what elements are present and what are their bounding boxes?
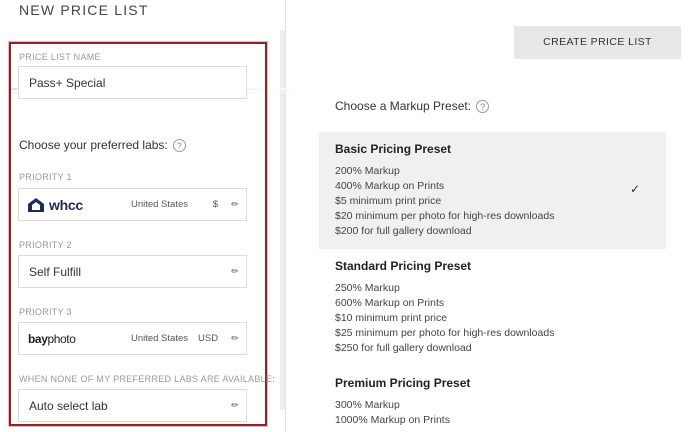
panel-divider [285,0,286,432]
priority-3-country: United States [130,333,188,344]
preset-title: Standard Pricing Preset [335,259,472,273]
preset-standard[interactable]: Standard Pricing Preset 250% Markup 600%… [319,249,666,366]
price-list-name-input[interactable]: Pass+ Special [18,66,247,99]
markup-preset-text: Choose a Markup Preset: [335,99,472,113]
preset-line: 400% Markup on Prints [335,180,445,192]
preset-line: 1000% Markup on Prints [335,414,450,426]
bayphoto-logo-rest: photo [47,331,76,346]
fallback-label: WHEN NONE OF MY PREFERRED LABS ARE AVAIL… [19,374,276,384]
priority-2-select[interactable]: Self Fulfill ✏︎ [18,255,247,288]
preset-line: $20 minimum per photo for high-res downl… [335,210,555,222]
preset-line: $25 minimum per photo for high-res downl… [335,327,555,339]
checkmark-icon: ✓ [629,182,640,196]
markup-preset-label: Choose a Markup Preset:? [335,99,490,114]
preset-line: $250 for full gallery download [335,342,472,354]
preset-line: $5 minimum print price [335,195,442,207]
whcc-house-icon [28,197,44,212]
preset-line: 250% Markup [335,282,400,294]
choose-labs-label: Choose your preferred labs:? [19,138,186,153]
priority-3-currency: USD [198,333,219,344]
whcc-wordmark: whcc [49,196,83,213]
priority-3-select[interactable]: bayphoto United States USD ✏︎ [18,322,247,355]
edit-pencil-icon[interactable]: ✏︎ [224,266,246,277]
edit-pencil-icon[interactable]: ✏︎ [224,333,246,344]
priority-1-currency: $ [212,199,218,210]
preset-premium[interactable]: Premium Pricing Preset 300% Markup 1000%… [319,366,666,432]
preset-line: 300% Markup [335,399,400,411]
scrollbar[interactable] [280,30,285,410]
edit-pencil-icon[interactable]: ✏︎ [224,199,246,210]
priority-1-label: PRIORITY 1 [19,172,72,182]
priority-1-country: United States [130,199,188,210]
preset-title: Premium Pricing Preset [335,376,471,390]
whcc-logo: whcc [19,197,131,213]
form-highlight-frame [9,42,267,426]
preset-line: $200 for full gallery download [335,225,472,237]
preset-title: Basic Pricing Preset [335,142,452,156]
priority-3-label: PRIORITY 3 [19,307,72,317]
price-list-name-label: PRICE LIST NAME [19,52,101,62]
bayphoto-logo-bold: bay [28,331,48,346]
help-icon[interactable]: ? [476,100,490,114]
choose-labs-text: Choose your preferred labs: [19,138,168,152]
priority-1-select[interactable]: whcc United States $ ✏︎ [18,188,247,221]
help-icon[interactable]: ? [172,139,186,153]
preset-line: 600% Markup on Prints [335,297,445,309]
fallback-value: Auto select lab [29,398,108,413]
priority-2-value: Self Fulfill [29,264,82,279]
price-list-name-value: Pass+ Special [29,75,106,90]
preset-line: $10 minimum print price [335,312,448,324]
fallback-select[interactable]: Auto select lab ✏︎ [18,389,247,422]
page-title: NEW PRICE LIST [19,2,149,18]
priority-2-label: PRIORITY 2 [19,240,72,250]
preset-basic[interactable]: Basic Pricing Preset 200% Markup 400% Ma… [319,132,666,249]
preset-line: 200% Markup [335,165,400,177]
edit-pencil-icon[interactable]: ✏︎ [224,400,246,411]
bayphoto-logo: bayphoto [19,332,131,346]
create-price-list-button[interactable]: CREATE PRICE LIST [514,26,681,59]
